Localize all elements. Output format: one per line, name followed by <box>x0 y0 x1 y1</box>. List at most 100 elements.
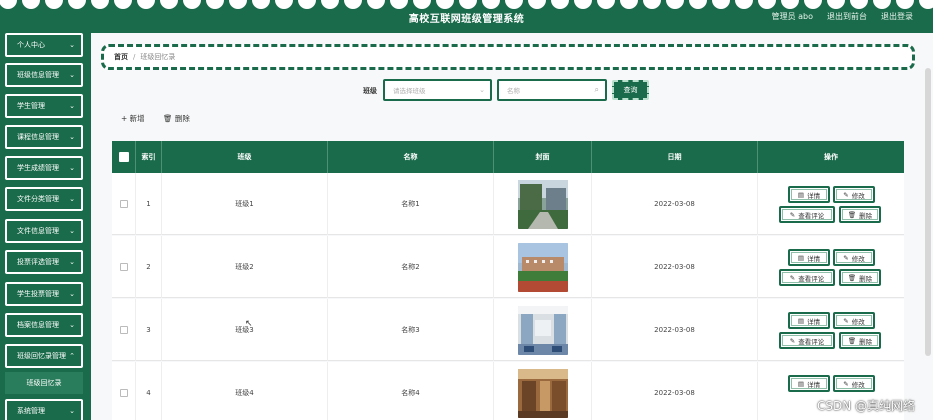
sidebar-item-label: 班级回忆录管理 <box>17 352 66 360</box>
pencil-icon: ✎ <box>789 210 796 219</box>
comments-label: 查看评论 <box>798 337 825 346</box>
cell-class: 班级1 <box>162 173 328 235</box>
edit-button[interactable]: ✎ 修改 <box>833 312 875 329</box>
header-name: 名称 <box>328 141 494 173</box>
doc-icon: ▤ <box>797 316 805 325</box>
sidebar-item-class-info[interactable]: 班级信息管理 ⌄ <box>5 63 83 87</box>
cell-name: 名称2 <box>328 236 494 298</box>
edit-label: 修改 <box>851 191 865 200</box>
sidebar-item-archives[interactable]: 档案信息管理 ⌄ <box>5 313 83 337</box>
chevron-down-icon: ⌄ <box>69 227 75 235</box>
batch-delete-button[interactable]: 🗑 删除 <box>163 113 190 124</box>
row-select[interactable] <box>112 173 136 235</box>
chevron-down-icon: ⌄ <box>69 258 75 266</box>
sidebar-item-student-votes[interactable]: 学生投票管理 ⌄ <box>5 282 83 306</box>
front-page-link[interactable]: 退出到前台 <box>827 11 867 22</box>
cell-cover <box>494 236 592 298</box>
sidebar-item-personal-center[interactable]: 个人中心 ⌄ <box>5 33 83 57</box>
logout-link[interactable]: 退出登录 <box>881 11 913 22</box>
vertical-scrollbar[interactable] <box>925 68 931 356</box>
delete-label: 删除 <box>859 211 873 220</box>
sidebar-item-students[interactable]: 学生管理 ⌄ <box>5 94 83 118</box>
breadcrumb-home[interactable]: 首页 <box>114 52 128 62</box>
class-select[interactable]: 请选择班级 ⌄ <box>383 79 492 101</box>
header-date: 日期 <box>592 141 758 173</box>
name-input-placeholder: 名称 <box>507 87 520 95</box>
cover-image[interactable] <box>517 368 568 418</box>
sidebar-item-label: 投票评选管理 <box>17 258 59 266</box>
table-row: 3 班级3 名称3 2022-03-08 ▤ 详情 ✎ 修改 ✎ 查看评论 🗑 删除 <box>112 299 904 361</box>
sidebar-item-file-info[interactable]: 文件信息管理 ⌄ <box>5 219 83 243</box>
row-checkbox[interactable] <box>119 263 128 271</box>
row-select[interactable] <box>112 362 136 420</box>
edit-label: 修改 <box>851 317 865 326</box>
detail-button[interactable]: ▤ 详情 <box>788 312 830 329</box>
cell-index: 1 <box>136 173 162 235</box>
detail-button[interactable]: ▤ 详情 <box>788 186 830 203</box>
sidebar-subitem-class-memoir[interactable]: 班级回忆录 <box>5 372 83 394</box>
sidebar-item-class-memoirs[interactable]: 班级回忆录管理 ⌃ <box>5 344 83 368</box>
edit-button[interactable]: ✎ 修改 <box>833 186 875 203</box>
delete-button[interactable]: 🗑 删除 <box>839 269 881 286</box>
trash-icon: 🗑 <box>847 336 857 345</box>
cell-class: 班级3 <box>162 299 328 361</box>
header-index: 索引 <box>136 141 162 173</box>
edit-button[interactable]: ✎ 修改 <box>833 249 875 266</box>
cover-image[interactable] <box>517 305 568 355</box>
cell-name: 名称4 <box>328 362 494 420</box>
sidebar-item-courses[interactable]: 课程信息管理 ⌄ <box>5 125 83 149</box>
cell-date: 2022-03-08 <box>592 173 758 235</box>
edit-button[interactable]: ✎ 修改 <box>833 375 875 392</box>
plus-icon: + <box>121 114 130 123</box>
cell-class: 班级2 <box>162 236 328 298</box>
table-row: 2 班级2 名称2 2022-03-08 ▤ 详情 ✎ 修改 ✎ 查看评论 🗑 删除 <box>112 236 904 298</box>
pencil-icon: ✎ <box>843 379 849 388</box>
cover-image[interactable] <box>517 242 568 292</box>
chevron-down-icon: ⌄ <box>69 71 75 79</box>
view-comments-button[interactable]: ✎ 查看评论 <box>779 269 835 286</box>
row-checkbox[interactable] <box>119 200 128 208</box>
sidebar-item-label: 学生投票管理 <box>17 290 59 298</box>
cell-date: 2022-03-08 <box>592 236 758 298</box>
view-comments-button[interactable]: ✎ 查看评论 <box>779 206 835 223</box>
cell-index: 4 <box>136 362 162 420</box>
delete-label: 删除 <box>859 274 873 283</box>
row-checkbox[interactable] <box>119 389 128 397</box>
row-select[interactable] <box>112 299 136 361</box>
view-comments-button[interactable]: ✎ 查看评论 <box>779 332 835 349</box>
header-select-all[interactable] <box>112 141 136 173</box>
cover-image[interactable] <box>517 179 568 229</box>
top-header: 高校互联网班级管理系统 管理员 abo 退出到前台 退出登录 <box>0 0 933 33</box>
cell-ops: ▤ 详情 ✎ 修改 ✎ 查看评论 🗑 删除 <box>757 236 904 298</box>
sidebar-item-label: 学生管理 <box>17 102 45 110</box>
delete-button[interactable]: 🗑 删除 <box>839 332 881 349</box>
header-user-area: 管理员 abo 退出到前台 退出登录 <box>772 11 913 22</box>
detail-button[interactable]: ▤ 详情 <box>788 375 830 392</box>
header-ops: 操作 <box>824 153 838 161</box>
name-search-input[interactable]: 名称 ⌕ <box>497 79 607 101</box>
sidebar-item-label: 文件信息管理 <box>17 227 59 235</box>
edit-label: 修改 <box>851 254 865 263</box>
sidebar-item-file-categories[interactable]: 文件分类管理 ⌄ <box>5 187 83 211</box>
row-select[interactable] <box>112 236 136 298</box>
class-select-placeholder: 请选择班级 <box>393 87 426 95</box>
comments-label: 查看评论 <box>798 211 825 220</box>
sidebar-item-system[interactable]: 系统管理 ⌄ <box>5 399 83 420</box>
cell-index: 2 <box>136 236 162 298</box>
chevron-down-icon: ⌄ <box>69 321 75 329</box>
query-button[interactable]: 查询 <box>612 80 649 100</box>
user-label: 管理员 abo <box>771 12 813 21</box>
detail-label: 详情 <box>807 191 821 200</box>
row-checkbox[interactable] <box>119 326 128 334</box>
select-all-checkbox[interactable] <box>118 152 129 162</box>
sidebar-item-grades[interactable]: 学生成绩管理 ⌄ <box>5 156 83 180</box>
cell-name: 名称1 <box>328 173 494 235</box>
trash-icon: 🗑 <box>163 114 175 123</box>
cell-date: 2022-03-08 <box>592 299 758 361</box>
sidebar-item-voting[interactable]: 投票评选管理 ⌄ <box>5 250 83 274</box>
delete-button[interactable]: 🗑 删除 <box>839 206 881 223</box>
add-button[interactable]: + 新增 <box>121 113 145 124</box>
doc-icon: ▤ <box>797 253 805 262</box>
detail-button[interactable]: ▤ 详情 <box>788 249 830 266</box>
watermark: CSDN @真纯网络 <box>816 399 915 413</box>
